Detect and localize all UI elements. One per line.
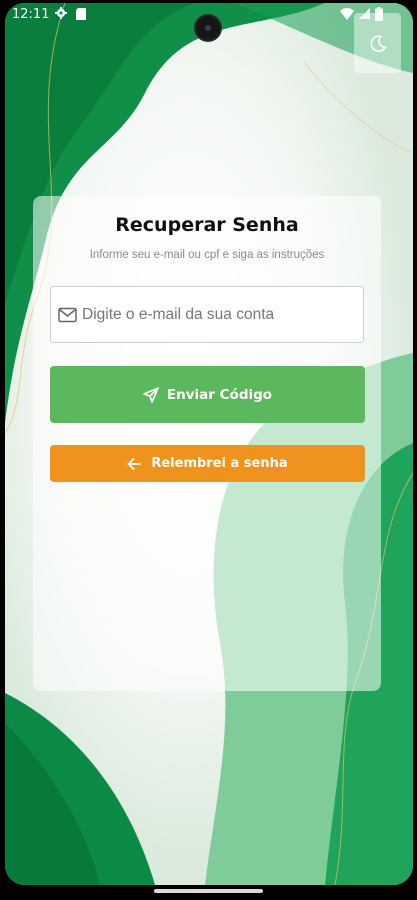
remembered-password-button-content: Relembrei a senha — [50, 445, 365, 482]
send-icon — [143, 386, 159, 403]
send-code-button-content: Enviar Código — [50, 366, 365, 423]
email-input[interactable] — [82, 299, 357, 331]
status-time: 12:11 — [12, 7, 50, 22]
mail-icon — [58, 307, 77, 323]
send-code-button[interactable]: Enviar Código — [50, 366, 365, 423]
app-screen: 12:11 Recuperar Senha Informe seu e-mail… — [5, 3, 413, 885]
page-title: Recuperar Senha — [115, 214, 299, 236]
arrow-left-icon — [127, 457, 142, 470]
moon-icon — [370, 35, 387, 52]
email-field[interactable] — [50, 286, 364, 343]
front-camera — [196, 16, 220, 40]
settings-gear-icon — [55, 7, 67, 19]
remembered-password-button[interactable]: Relembrei a senha — [50, 445, 365, 482]
page-subtitle: Informe seu e-mail ou cpf e siga as inst… — [89, 249, 325, 261]
theme-toggle-button[interactable] — [354, 13, 401, 73]
home-indicator[interactable] — [154, 889, 263, 893]
remembered-password-label: Relembrei a senha — [151, 456, 288, 471]
wifi-icon — [340, 8, 354, 20]
send-code-label: Enviar Código — [166, 386, 273, 403]
sd-card-icon — [76, 8, 86, 20]
recover-password-card: Recuperar Senha Informe seu e-mail ou cp… — [33, 196, 381, 691]
phone-frame: 12:11 Recuperar Senha Informe seu e-mail… — [0, 0, 417, 900]
